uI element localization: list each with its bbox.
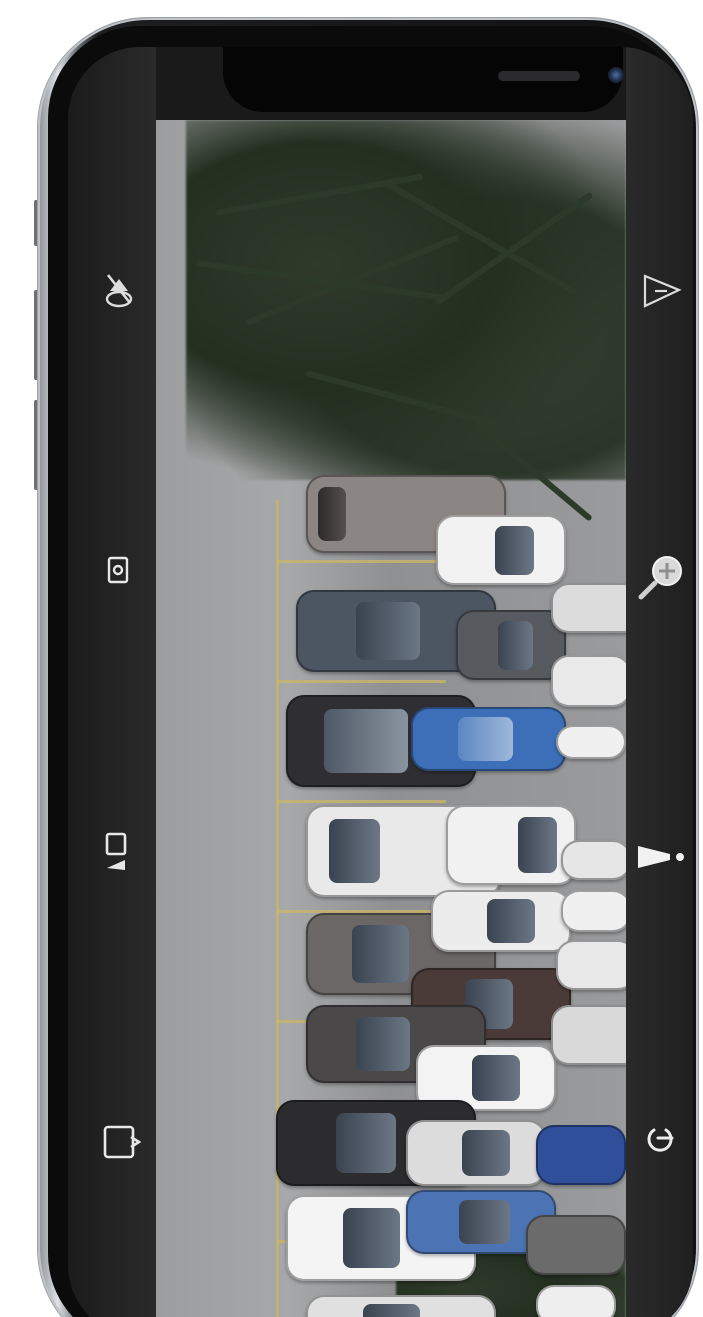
front-camera [608, 67, 624, 83]
palm-tree [186, 120, 626, 480]
audio-off-icon[interactable] [98, 265, 140, 313]
zoom-in-icon[interactable] [633, 552, 689, 602]
earpiece [498, 71, 580, 81]
phone-notch [223, 47, 624, 112]
live-video-feed[interactable] [156, 120, 626, 1317]
exit-fullscreen-icon[interactable] [98, 1119, 144, 1165]
snapshot-icon[interactable] [102, 553, 134, 587]
alarm-icon[interactable] [636, 269, 686, 315]
record-icon[interactable] [98, 827, 134, 875]
phone-screen [68, 47, 693, 1317]
speaker-talk-icon[interactable] [636, 837, 688, 877]
power-icon[interactable] [640, 1120, 680, 1160]
